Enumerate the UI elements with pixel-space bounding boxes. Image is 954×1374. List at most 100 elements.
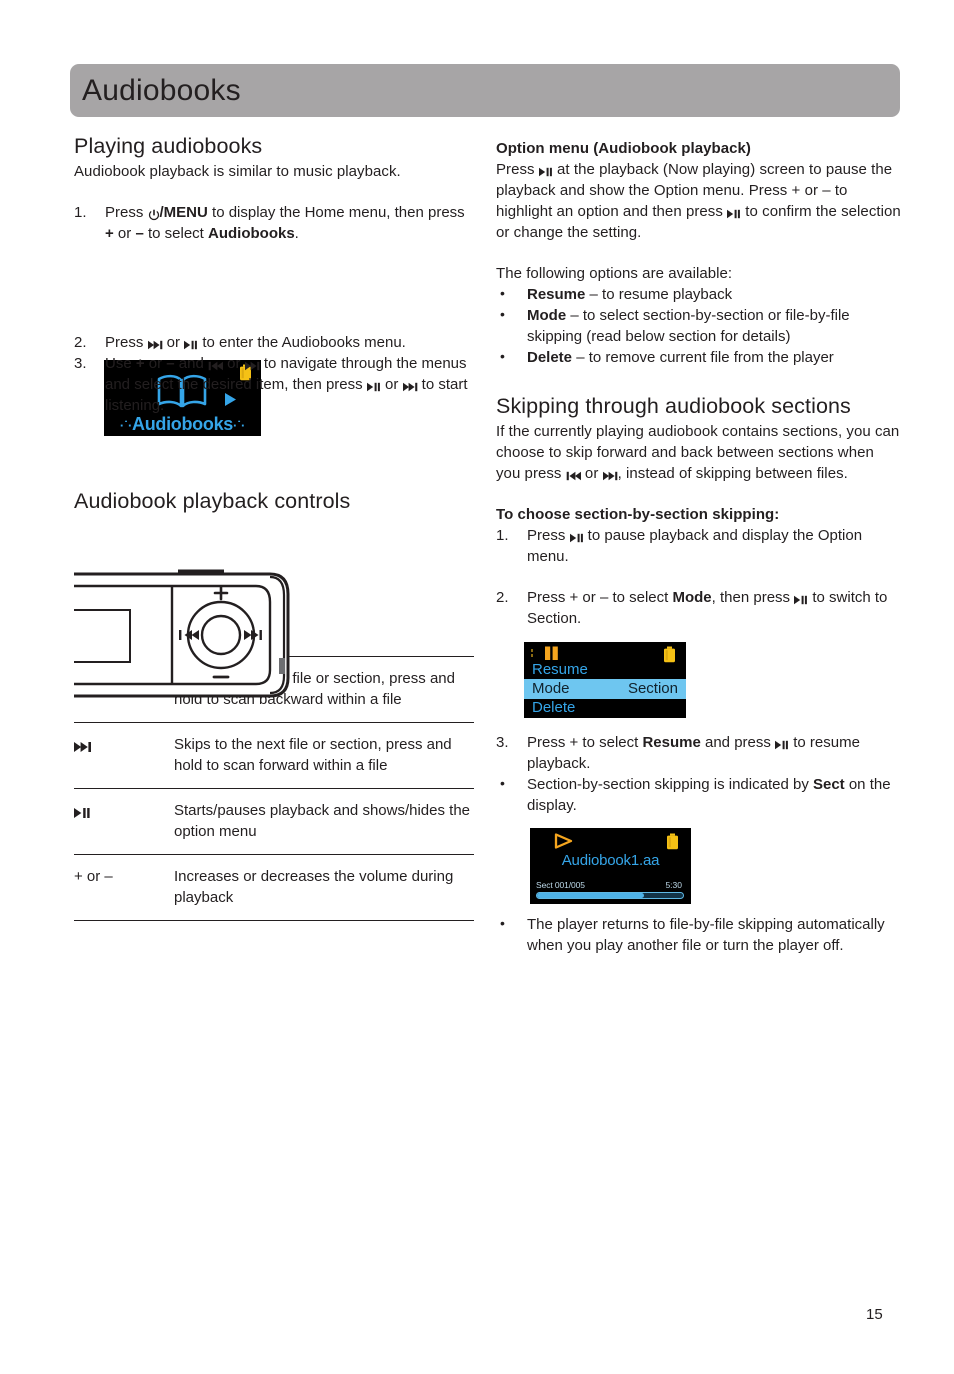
progress-bar[interactable] xyxy=(536,892,684,899)
device-playback-screen: Audiobook1.aa Sect 001/005 5:30 xyxy=(530,828,691,904)
bullet-marker: • xyxy=(500,775,505,791)
skip-forward-icon xyxy=(244,358,260,371)
step-text: Use + or – and or to navigate through th… xyxy=(105,355,468,414)
resume-term: Resume xyxy=(642,734,701,751)
control-key-cell xyxy=(74,722,174,789)
control-desc-cell: Starts/pauses playback and shows/hides t… xyxy=(174,788,474,855)
track-time: 5:30 xyxy=(665,880,682,890)
home-screen-label: Audiobooks xyxy=(132,414,233,434)
option-term: Mode xyxy=(527,307,567,324)
play-pause-icon xyxy=(74,805,91,819)
step-marker: 1. xyxy=(74,204,87,221)
skipping-steps: 1. Press to pause playback and display t… xyxy=(496,525,901,567)
bullet-marker: • xyxy=(500,306,505,322)
play-pause-icon xyxy=(184,337,198,350)
skipping-subheading: To choose section-by-section skipping: xyxy=(496,506,780,523)
note-text: The player returns to file-by-file skipp… xyxy=(527,916,885,954)
list-item: • Section-by-section skipping is indicat… xyxy=(496,774,901,816)
option-row-mode[interactable]: Mode Section xyxy=(524,679,686,699)
list-item: 1. Press to pause playback and display t… xyxy=(496,525,901,567)
list-item: • Resume – to resume playback xyxy=(496,284,901,305)
step-text: Press + or – to select Mode, then press … xyxy=(527,589,888,627)
option-desc: – to resume playback xyxy=(585,286,733,303)
section-indicator: Sect 001/005 xyxy=(536,880,585,890)
skip-forward-icon xyxy=(74,739,92,753)
skip-forward-icon xyxy=(402,379,418,392)
list-item: • Delete – to remove current file from t… xyxy=(496,347,901,368)
bullet-marker: • xyxy=(500,915,505,931)
playback-controls-heading: Audiobook playback controls xyxy=(74,489,351,513)
option-term: Delete xyxy=(527,349,573,366)
play-pause-icon xyxy=(366,379,381,392)
step-text: Press /MENU to display the Home menu, th… xyxy=(105,204,465,242)
playing-audiobooks-steps-cont: 2. Press or to enter the Audiobooks menu… xyxy=(74,332,474,416)
progress-bar-fill xyxy=(537,893,644,898)
skip-forward-icon xyxy=(147,337,163,350)
play-pause-icon xyxy=(538,164,553,177)
step-text: Press + to select Resume and press to re… xyxy=(527,734,860,772)
playing-audiobooks-steps: 1. Press /MENU to display the Home menu,… xyxy=(74,202,474,244)
skip-back-icon xyxy=(566,468,581,481)
player-device-illustration xyxy=(62,568,474,703)
control-key-cell: + or – xyxy=(74,854,174,921)
step-marker: 3. xyxy=(496,734,509,751)
option-term: Resume xyxy=(527,286,586,303)
option-desc: – to select section-by-section or file-b… xyxy=(527,307,850,345)
skipping-steps-3: 3. Press + to select Resume and press to… xyxy=(496,732,901,774)
page-title: Audiobooks xyxy=(82,74,241,107)
decorative-dots-right: ·˙· xyxy=(233,418,246,433)
right-column: Option menu (Audiobook playback) Press a… xyxy=(496,138,901,956)
home-screen-label-row: ·˙·Audiobooks·˙· xyxy=(104,414,261,436)
skipping-intro: If the currently playing audiobook conta… xyxy=(496,423,900,482)
table-row: + or – Increases or decreases the volume… xyxy=(74,854,474,921)
play-pause-icon xyxy=(569,530,584,543)
skipping-notes-2: • The player returns to file-by-file ski… xyxy=(496,914,901,956)
step-marker: 1. xyxy=(496,527,509,544)
skipping-steps-2: 2. Press + or – to select Mode, then pre… xyxy=(496,587,901,629)
option-menu-heading: Option menu (Audiobook playback) xyxy=(496,140,751,157)
option-row-label: Delete xyxy=(532,699,576,716)
playing-audiobooks-heading: Playing audiobooks xyxy=(74,134,263,158)
step-marker: 2. xyxy=(496,589,509,606)
left-column: Playing audiobooks Audiobook playback is… xyxy=(62,133,474,921)
control-desc-cell: Increases or decreases the volume during… xyxy=(174,854,474,921)
step-text: Press to pause playback and display the … xyxy=(527,527,863,565)
device-option-menu-screen: Resume Mode Section Delete xyxy=(524,642,686,718)
list-item: 3. Use + or – and or to navigate through… xyxy=(74,353,474,416)
list-item: 2. Press or to enter the Audiobooks menu… xyxy=(74,332,474,353)
bullet-marker: • xyxy=(500,348,505,364)
list-item: 1. Press /MENU to display the Home menu,… xyxy=(74,202,474,244)
option-row-delete[interactable]: Delete xyxy=(524,698,686,718)
play-pause-icon xyxy=(794,592,808,605)
skip-back-icon xyxy=(208,358,224,371)
option-row-label: Mode xyxy=(532,680,570,697)
list-item: • Mode – to select section-by-section or… xyxy=(496,305,901,347)
list-item: 2. Press + or – to select Mode, then pre… xyxy=(496,587,901,629)
option-row-value: Section xyxy=(627,680,678,697)
option-desc: – to remove current file from the player xyxy=(572,349,834,366)
play-triangle-icon xyxy=(554,833,573,854)
note-text: Section-by-section skipping is indicated… xyxy=(527,776,891,814)
step-marker: 3. xyxy=(74,355,87,372)
play-pause-icon xyxy=(775,737,789,750)
table-row: Skips to the next file or section, press… xyxy=(74,722,474,789)
option-list: • Resume – to resume playback • Mode – t… xyxy=(496,284,901,368)
power-menu-icon xyxy=(148,207,160,221)
bullet-marker: • xyxy=(500,285,505,301)
list-item: • The player returns to file-by-file ski… xyxy=(496,914,901,956)
table-row: Starts/pauses playback and shows/hides t… xyxy=(74,788,474,855)
playing-audiobooks-intro: Audiobook playback is similar to music p… xyxy=(74,163,401,180)
list-item: 3. Press + to select Resume and press to… xyxy=(496,732,901,774)
decorative-dots-left: ·˙· xyxy=(119,418,132,433)
option-menu-paragraph: Press at the playback (Now playing) scre… xyxy=(496,161,901,241)
now-playing-title: Audiobook1.aa xyxy=(561,852,660,869)
option-row-resume[interactable]: Resume xyxy=(524,660,686,680)
note-text-a: Section-by-section skipping is indicated… xyxy=(527,776,813,793)
step-text: Press or to enter the Audiobooks menu. xyxy=(105,334,406,351)
skipping-sections-heading: Skipping through audiobook sections xyxy=(496,394,851,418)
step-marker: 2. xyxy=(74,334,87,351)
manual-page: Audiobooks Playing audiobooks Audiobook … xyxy=(0,0,954,1374)
page-number: 15 xyxy=(866,1306,883,1323)
mode-term: Mode xyxy=(672,589,712,606)
control-key-cell xyxy=(74,788,174,855)
